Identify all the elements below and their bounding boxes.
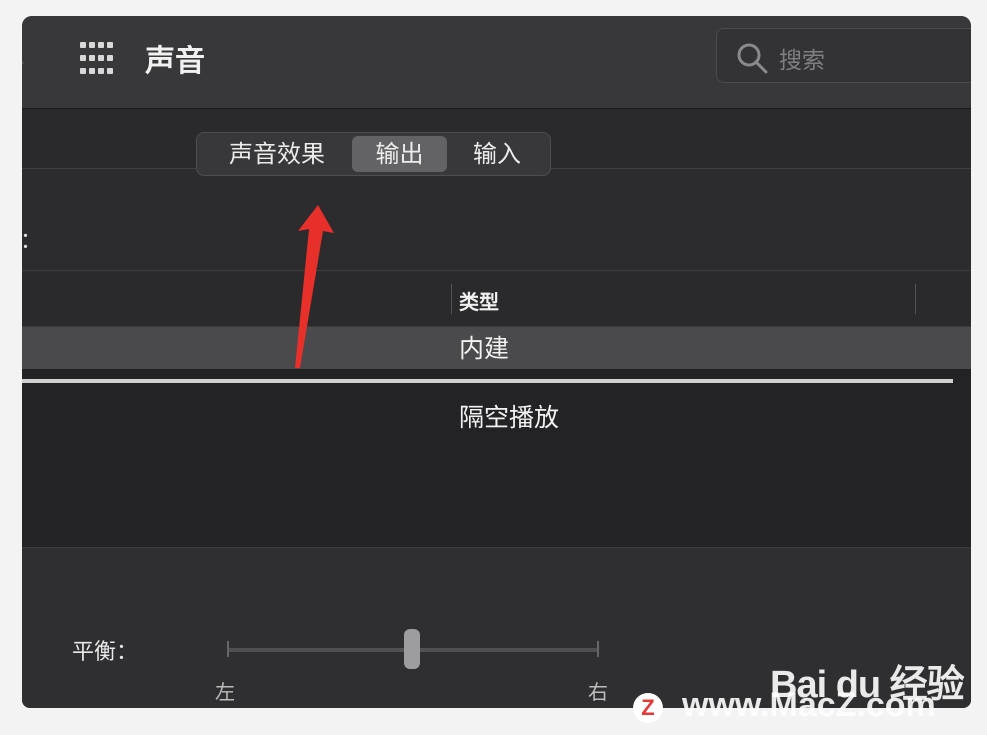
- annotation-arrow: [295, 205, 334, 368]
- macz-logo: Z: [633, 693, 663, 723]
- macz-url-watermark: www.MacZ.com: [682, 686, 936, 724]
